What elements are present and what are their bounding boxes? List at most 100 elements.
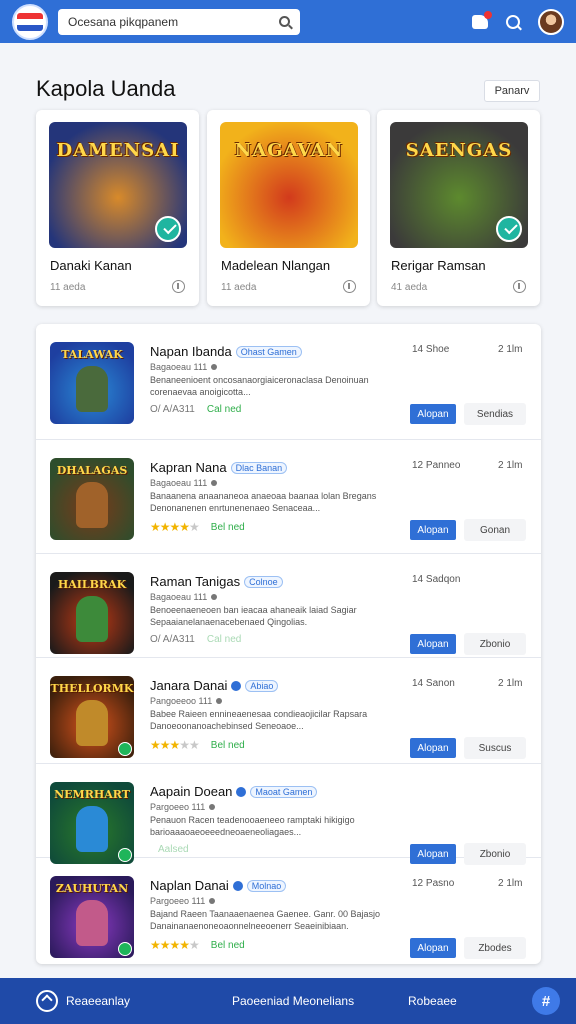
verified-icon [232, 880, 243, 891]
publisher-line: Pargoeeo 111 [150, 802, 216, 812]
thumbnail-title: THELLORMK [50, 682, 134, 695]
secondary-button[interactable]: Sendias [464, 403, 526, 425]
rating-row: O/ A/A311 Cal ned [150, 634, 241, 645]
status-text: Aalsed [158, 844, 189, 855]
play-button[interactable]: Alopan [410, 938, 456, 958]
check-icon [155, 216, 181, 242]
game-thumbnail[interactable]: NEMRHART [50, 782, 134, 864]
game-title: Kapran Nana Dlac Banan [150, 460, 288, 475]
list-item[interactable]: ZAUHUTAN Naplan Danai Molnao Pargoeeo 111 Ba… [36, 858, 541, 964]
thumbnail-title: TALAWAK [61, 348, 123, 361]
brand-label[interactable]: Reaeeanlay [66, 994, 130, 1008]
footer-link-robeaee[interactable]: Robeaee [408, 994, 457, 1008]
stat-count: 14 Sanon [412, 678, 455, 689]
rating-text: O/ A/A311 [150, 404, 195, 415]
list-item[interactable]: NEMRHART Aapain Doean Maoat Gamen Pargoeeo … [36, 764, 541, 865]
check-icon [118, 942, 132, 956]
publisher-line: Bagaoeau 111 [150, 362, 218, 372]
info-icon[interactable] [513, 280, 526, 293]
status-text: Bel ned [210, 739, 245, 751]
game-title-text: Naplan Danai [150, 878, 229, 893]
star-rating: ★★★★★ [150, 938, 200, 952]
featured-card[interactable]: NAGAVAN Madelean Nlangan 11 aeda [207, 110, 370, 306]
search-input[interactable]: Ocesana pikqpanem [58, 8, 300, 35]
game-thumbnail[interactable]: THELLORMK [50, 676, 134, 758]
notification-icon[interactable] [472, 10, 492, 29]
rating-row: Aalsed [150, 844, 189, 855]
featured-meta: 11 aeda [50, 282, 86, 293]
publisher-line: Bagaoeau 111 [150, 478, 218, 488]
featured-name: Danaki Kanan [50, 258, 132, 273]
featured-name: Madelean Nlangan [221, 258, 331, 273]
notification-dot [484, 10, 492, 19]
list-item[interactable]: HAILBRAK Raman Tanigas Colnoe Bagaoeau 111 B… [36, 554, 541, 658]
featured-meta: 41 aeda [391, 282, 428, 293]
game-thumbnail[interactable]: ZAUHUTAN [50, 876, 134, 958]
game-title: Aapain Doean Maoat Gamen [150, 784, 318, 799]
list-item[interactable]: TALAWAK Napan Ibanda Ohast Gamen Bagaoeau 1… [36, 324, 541, 440]
genre-tag: Abiao [245, 679, 279, 692]
game-thumbnail[interactable]: HAILBRAK [50, 572, 134, 654]
game-description: Benaneenioent oncosanaorgiaiceronaclasa … [150, 375, 369, 397]
game-description: Bajand Raeen Taanaaenaenea Gaenee. Ganr.… [150, 909, 381, 931]
secondary-button[interactable]: Zbodes [464, 937, 526, 959]
verified-icon [231, 680, 242, 691]
game-title-text: Kapran Nana [150, 460, 227, 475]
publisher-text: Pargoeeo 111 [150, 896, 206, 906]
play-button[interactable]: Alopan [410, 634, 456, 654]
check-icon [118, 742, 132, 756]
character-figure [76, 700, 108, 746]
search-icon[interactable] [279, 16, 290, 27]
character-figure [76, 900, 108, 946]
game-thumbnail[interactable]: TALAWAK [50, 342, 134, 424]
info-icon[interactable] [343, 280, 356, 293]
publisher-line: Pangoeeoo 111 [150, 696, 223, 706]
publisher-text: Bagaoeau 111 [150, 592, 208, 602]
play-button[interactable]: Alopan [410, 520, 456, 540]
play-button[interactable]: Alopan [410, 404, 456, 424]
app-logo[interactable] [12, 3, 48, 40]
top-navigation-bar: Ocesana pikqpanem [0, 0, 576, 43]
game-thumbnail[interactable]: DHALAGAS [50, 458, 134, 540]
featured-card[interactable]: SAENGAS Rerigar Ramsan 41 aeda [377, 110, 540, 306]
secondary-button[interactable]: Zbonio [464, 633, 526, 655]
dot-icon [211, 364, 218, 370]
status-text: Cal ned [206, 404, 242, 415]
game-title-text: Janara Danai [150, 678, 228, 693]
list-item[interactable]: DHALAGAS Kapran Nana Dlac Banan Bagaoeau 11… [36, 440, 541, 554]
genre-tag: Colnoe [244, 575, 283, 588]
secondary-button[interactable]: Gonan [464, 519, 526, 541]
dot-icon [216, 698, 223, 704]
featured-card[interactable]: DAMENSAI Danaki Kanan 11 aeda [36, 110, 199, 306]
info-icon[interactable] [172, 280, 185, 293]
character-figure [76, 366, 108, 412]
footer-link-resources[interactable]: Paoeeniad Meonelians [232, 994, 354, 1008]
status-text: Cal ned [206, 634, 242, 645]
genre-tag: Ohast Gamen [235, 345, 302, 358]
hash-action-button[interactable]: # [532, 987, 560, 1015]
star-rating: ★★★★★ [150, 738, 200, 752]
search-users-icon[interactable] [506, 14, 520, 29]
header-actions [472, 8, 564, 35]
list-item[interactable]: THELLORMK Janara Danai Abiao Pangoeeoo 111 B… [36, 658, 541, 764]
game-title-text: Aapain Doean [150, 784, 233, 799]
play-button[interactable]: Alopan [410, 738, 456, 758]
stat-count: 14 Sadqon [412, 574, 461, 585]
game-description: Banaanena anaananeoa anaeoaa baanaa lola… [150, 491, 377, 513]
stat-time: 2 1lm [498, 878, 523, 889]
game-description: Benoeenaeneoen ban ieacaa ahaneaik laiad… [150, 605, 357, 627]
genre-tag: Molnao [246, 879, 287, 892]
featured-game-art: DAMENSAI [49, 122, 187, 248]
game-description: Babee Raieen ennineaenesaa condieaojicil… [150, 709, 368, 731]
secondary-button[interactable]: Suscus [464, 737, 526, 759]
publisher-line: Pargoeeo 111 [150, 896, 216, 906]
rating-row: ★★★★★ Bel ned [150, 938, 245, 952]
filter-button[interactable]: Panarv [484, 80, 540, 102]
stat-count: 14 Shoe [412, 344, 450, 355]
avatar[interactable] [538, 8, 564, 35]
stat-time: 2 1lm [498, 344, 523, 355]
thumbnail-title: DHALAGAS [56, 464, 128, 477]
featured-game-art: SAENGAS [390, 122, 528, 248]
thumbnail-title: HAILBRAK [57, 578, 127, 591]
home-icon[interactable] [36, 990, 58, 1012]
